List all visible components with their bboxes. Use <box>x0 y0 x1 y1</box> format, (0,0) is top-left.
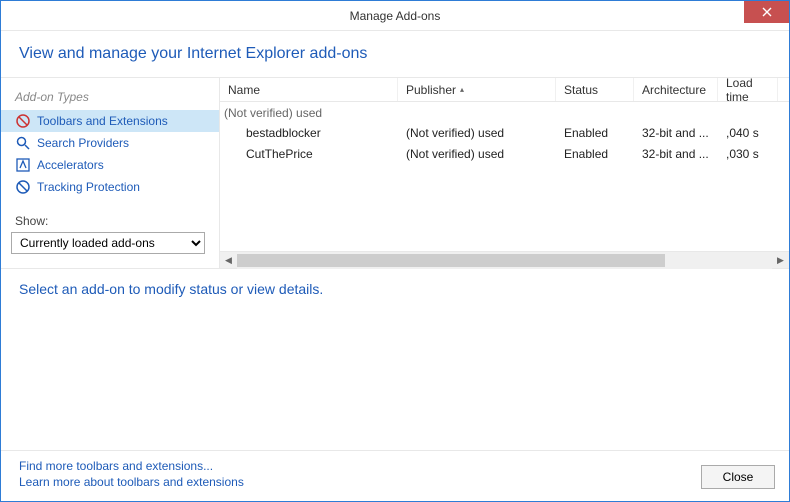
scroll-right-button[interactable]: ▶ <box>772 252 789 269</box>
column-headers: Name Publisher▴ Status Architecture Load… <box>220 78 789 102</box>
list-empty-space <box>220 164 789 251</box>
details-pane: Select an add-on to modify status or vie… <box>1 268 789 450</box>
table-row[interactable]: bestadblocker (Not verified) used Enable… <box>220 122 789 143</box>
show-select[interactable]: Currently loaded add-ons <box>11 232 205 254</box>
titlebar: Manage Add-ons <box>1 1 789 31</box>
footer-links: Find more toolbars and extensions... Lea… <box>19 459 701 489</box>
column-architecture[interactable]: Architecture <box>634 78 718 101</box>
tracking-protection-icon <box>15 179 31 195</box>
cell-status: Enabled <box>556 126 634 140</box>
details-text: Select an add-on to modify status or vie… <box>19 281 771 297</box>
manage-addons-window: Manage Add-ons View and manage your Inte… <box>0 0 790 502</box>
group-row: (Not verified) used <box>220 102 789 122</box>
search-icon <box>15 135 31 151</box>
find-more-link[interactable]: Find more toolbars and extensions... <box>19 459 701 473</box>
sidebar: Add-on Types Toolbars and Extensions Sea… <box>1 78 219 268</box>
close-button[interactable] <box>744 1 789 23</box>
close-dialog-button[interactable]: Close <box>701 465 775 489</box>
sidebar-item-label: Toolbars and Extensions <box>37 114 168 128</box>
column-loadtime[interactable]: Load time <box>718 78 778 101</box>
show-label: Show: <box>1 198 219 230</box>
learn-more-link[interactable]: Learn more about toolbars and extensions <box>19 475 701 489</box>
table-row[interactable]: CutThePrice (Not verified) used Enabled … <box>220 143 789 164</box>
sidebar-item-accelerators[interactable]: Accelerators <box>1 154 219 176</box>
main-area: Add-on Types Toolbars and Extensions Sea… <box>1 78 789 268</box>
footer: Find more toolbars and extensions... Lea… <box>1 450 789 501</box>
header: View and manage your Internet Explorer a… <box>1 31 789 78</box>
sidebar-item-search-providers[interactable]: Search Providers <box>1 132 219 154</box>
scroll-track[interactable] <box>237 252 772 269</box>
column-status[interactable]: Status <box>556 78 634 101</box>
column-name[interactable]: Name <box>220 78 398 101</box>
accelerator-icon <box>15 157 31 173</box>
sidebar-item-label: Accelerators <box>37 158 104 172</box>
scroll-left-button[interactable]: ◀ <box>220 252 237 269</box>
list-rows: (Not verified) used bestadblocker (Not v… <box>220 102 789 164</box>
sidebar-item-label: Tracking Protection <box>37 180 140 194</box>
list-pane: Name Publisher▴ Status Architecture Load… <box>219 78 789 268</box>
sidebar-item-label: Search Providers <box>37 136 129 150</box>
cell-architecture: 32-bit and ... <box>634 147 718 161</box>
cell-architecture: 32-bit and ... <box>634 126 718 140</box>
horizontal-scrollbar[interactable]: ◀ ▶ <box>220 251 789 268</box>
body: Add-on Types Toolbars and Extensions Sea… <box>1 78 789 501</box>
sidebar-item-tracking-protection[interactable]: Tracking Protection <box>1 176 219 198</box>
cell-publisher: (Not verified) used <box>398 126 556 140</box>
window-title: Manage Add-ons <box>1 9 789 23</box>
column-publisher[interactable]: Publisher▴ <box>398 78 556 101</box>
close-icon <box>762 7 772 17</box>
scroll-thumb[interactable] <box>237 254 665 267</box>
sidebar-heading: Add-on Types <box>1 86 219 110</box>
sidebar-item-toolbars-extensions[interactable]: Toolbars and Extensions <box>1 110 219 132</box>
cell-name: bestadblocker <box>220 126 398 140</box>
cell-name: CutThePrice <box>220 147 398 161</box>
header-title: View and manage your Internet Explorer a… <box>19 45 771 63</box>
toolbar-extensions-icon <box>15 113 31 129</box>
cell-loadtime: ,030 s <box>718 147 778 161</box>
cell-loadtime: ,040 s <box>718 126 778 140</box>
cell-status: Enabled <box>556 147 634 161</box>
cell-publisher: (Not verified) used <box>398 147 556 161</box>
sort-ascending-icon: ▴ <box>460 85 464 94</box>
